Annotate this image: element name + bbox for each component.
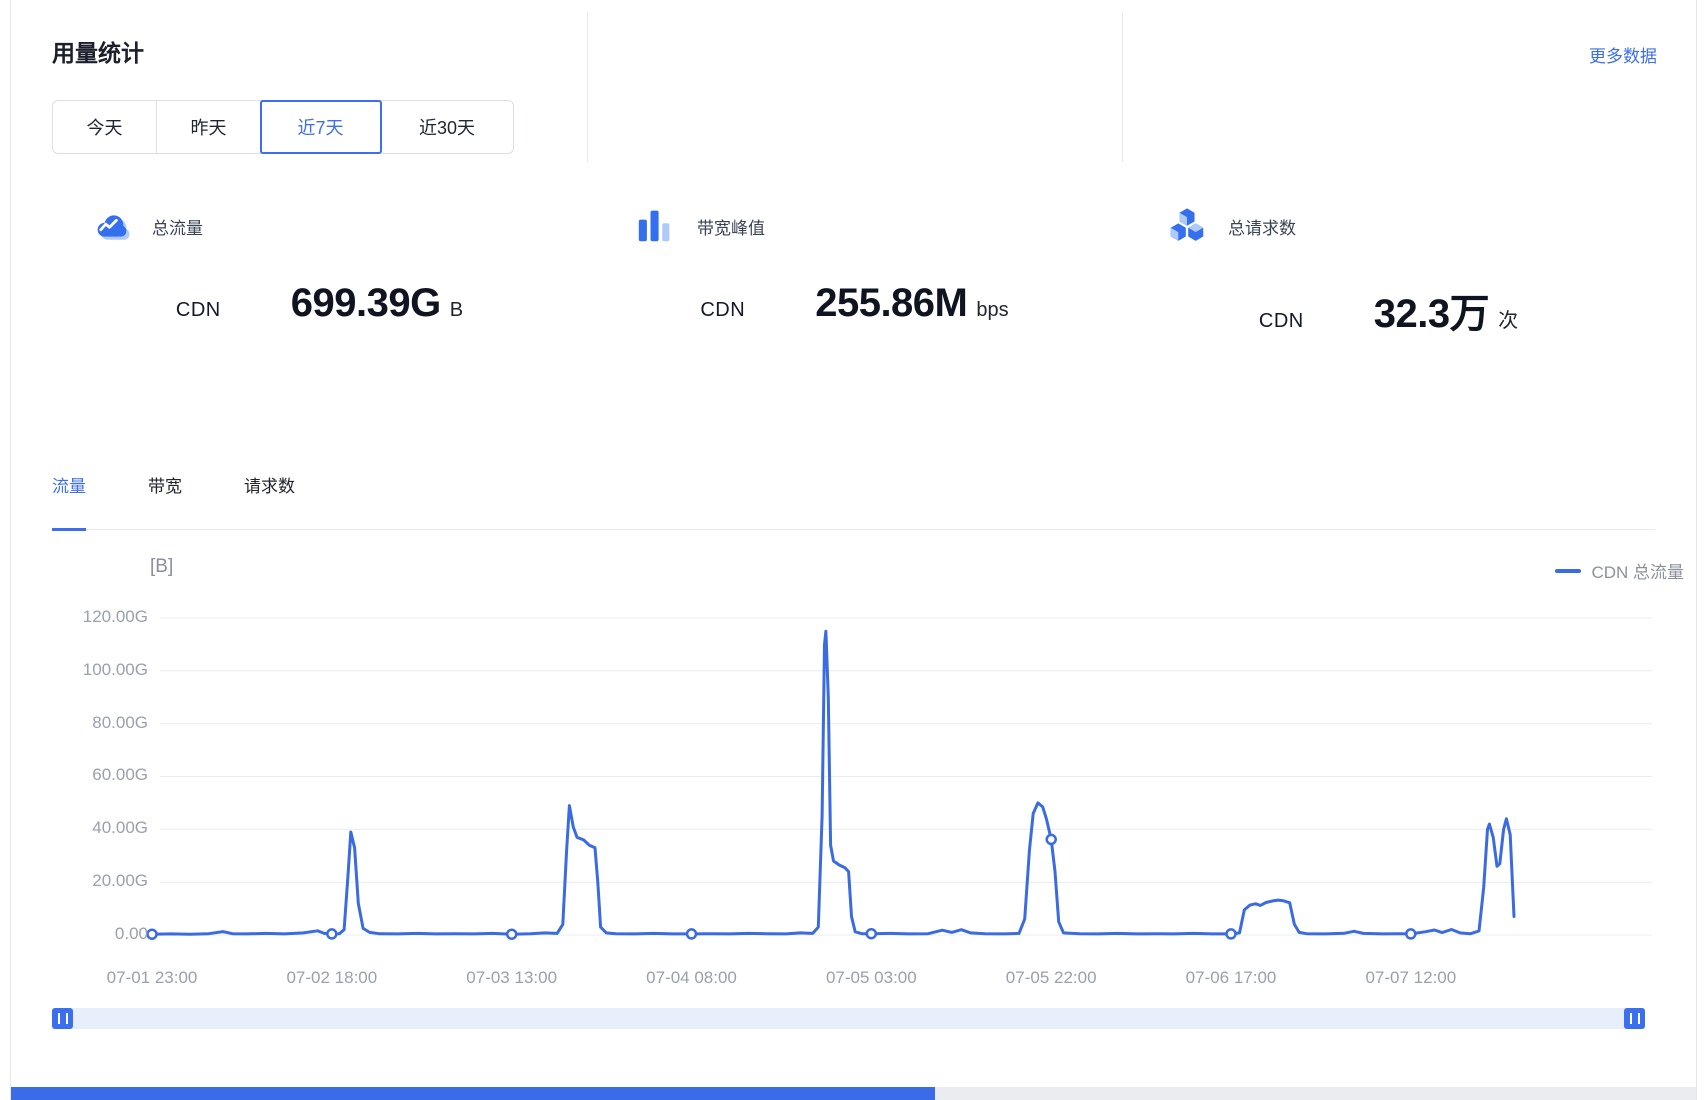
stat-divider [1122,12,1123,162]
stat-product: CDN [1259,310,1304,333]
tab-bandwidth[interactable]: 带宽 [148,473,182,529]
partial-slider-bottom-fill [11,1087,935,1100]
stat-card-peak-bandwidth: 带宽峰值 CDN 255.86M bps [587,195,1122,339]
chart-range-slider [52,1008,1645,1029]
pause-handle-icon [1630,1013,1640,1024]
more-data-link[interactable]: 更多数据 [1589,42,1657,67]
y-axis-tick-label: 80.00G [30,713,148,733]
page-title: 用量统计 [52,34,144,68]
period-tab-group: 今天 昨天 近7天 近30天 [52,100,514,154]
stat-product: CDN [700,299,745,322]
y-axis-tick-label: 40.00G [30,818,148,838]
x-axis-tick-label: 07-05 03:00 [786,968,956,988]
traffic-cloud-icon [92,207,132,245]
traffic-line-chart [0,0,1706,1100]
bandwidth-bars-icon [637,207,677,245]
stat-unit: bps [976,299,1008,322]
legend-dash [1555,569,1581,573]
usage-statistics-panel: 用量统计 更多数据 今天 昨天 近7天 近30天 [0,0,1706,1100]
stat-card-total-requests: 总请求数 CDN 32.3万 次 [1122,195,1655,339]
stat-card-total-traffic: 总流量 CDN 699.39G B [52,195,587,339]
stat-cards: 总流量 CDN 699.39G B 带宽峰值 [52,195,1655,339]
x-axis-tick-label: 07-06 17:00 [1146,968,1316,988]
stat-label: 总请求数 [1228,214,1296,239]
chart-axis-labels: 120.00G 100.00G 80.00G 60.00G 40.00G 20.00G 0.… [0,0,1706,1100]
stat-unit: B [450,299,463,322]
stat-product: CDN [176,299,221,322]
data-point-marker [148,930,157,939]
stat-value: 32.3万 [1374,281,1489,339]
range-slider-track[interactable] [52,1008,1645,1029]
panel-right-border [1696,0,1697,1100]
tab-requests[interactable]: 请求数 [244,473,295,529]
stat-divider [587,12,588,162]
x-axis-tick-label: 07-02 18:00 [247,968,417,988]
y-axis-tick-label: 20.00G [30,871,148,891]
stat-label: 带宽峰值 [697,214,765,239]
x-axis-tick-label: 07-07 12:00 [1326,968,1496,988]
data-point-marker [867,929,876,938]
data-point-marker [1406,929,1415,938]
data-point-marker [687,929,696,938]
range-slider-right-handle[interactable] [1624,1008,1645,1029]
period-tab-last-7-days[interactable]: 近7天 [261,101,381,153]
legend-cdn-total-traffic[interactable]: CDN 总流量 [1555,558,1684,583]
stat-value: 699.39G [291,281,441,326]
range-slider-left-handle[interactable] [52,1008,73,1029]
metric-tab-bar: 流量 带宽 请求数 [52,473,1655,530]
tab-traffic[interactable]: 流量 [52,473,86,529]
x-axis-tick-label: 07-01 23:00 [67,968,237,988]
stat-value: 255.86M [815,281,967,326]
x-axis-tick-label: 07-04 08:00 [607,968,777,988]
requests-cubes-icon [1168,207,1208,245]
y-axis-tick-label: 120.00G [30,607,148,627]
y-axis-unit-label: [B] [150,556,173,578]
data-point-marker [1047,835,1056,844]
data-point-marker [507,930,516,939]
period-tab-last-30-days[interactable]: 近30天 [381,101,513,153]
x-axis-tick-label: 07-03 13:00 [427,968,597,988]
period-tab-yesterday[interactable]: 昨天 [157,101,261,153]
pause-handle-icon [58,1013,68,1024]
series-line-cdn-total-traffic [152,631,1514,934]
data-point-marker [1227,929,1236,938]
legend-label: CDN 总流量 [1591,558,1684,583]
panel-left-border [10,0,11,1100]
partial-slider-bottom[interactable] [11,1087,1696,1100]
y-axis-tick-label: 60.00G [30,765,148,785]
period-tab-today[interactable]: 今天 [53,101,157,153]
data-point-marker [327,929,336,938]
y-axis-tick-label: 100.00G [30,660,148,680]
y-axis-tick-label: 0.00 [30,924,148,944]
x-axis-tick-label: 07-05 22:00 [966,968,1136,988]
stat-unit: 次 [1498,304,1518,333]
stat-label: 总流量 [152,214,203,239]
